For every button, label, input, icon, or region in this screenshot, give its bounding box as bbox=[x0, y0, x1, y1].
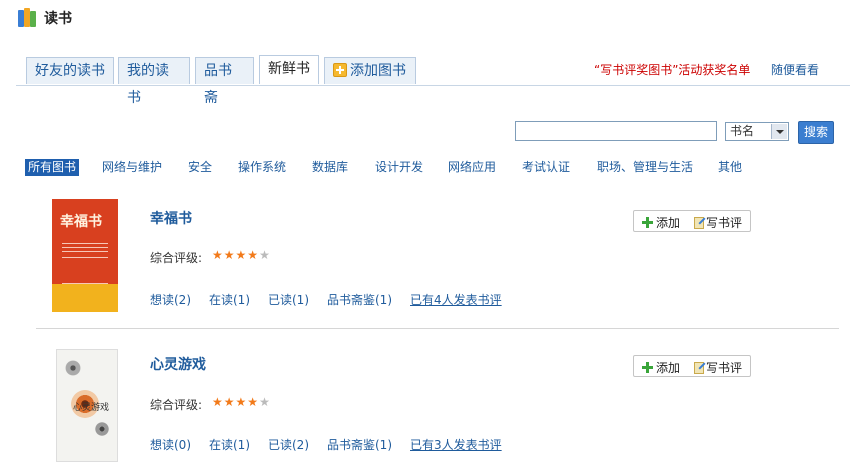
category-other[interactable]: 其他 bbox=[718, 159, 742, 176]
pencil-icon bbox=[694, 216, 704, 229]
chevron-down-icon[interactable] bbox=[771, 124, 787, 139]
category-design-dev[interactable]: 设计开发 bbox=[375, 159, 423, 176]
star-icon: ★ bbox=[235, 395, 248, 409]
star-icon: ★ bbox=[223, 248, 236, 262]
books-logo-icon bbox=[16, 7, 38, 29]
star-empty-icon: ★ bbox=[259, 395, 271, 409]
divider bbox=[36, 328, 839, 329]
add-book-button[interactable]: 添加 bbox=[642, 214, 680, 231]
star-icon: ★ bbox=[235, 248, 248, 262]
category-database[interactable]: 数据库 bbox=[312, 159, 348, 176]
write-review-button[interactable]: 写书评 bbox=[694, 214, 742, 231]
rating-label: 综合评级: bbox=[150, 398, 203, 412]
star-icon: ★ bbox=[212, 395, 224, 409]
category-os[interactable]: 操作系统 bbox=[238, 159, 286, 176]
rating-label: 综合评级: bbox=[150, 251, 203, 265]
category-security[interactable]: 安全 bbox=[188, 159, 212, 176]
star-rating: ★★★★★ bbox=[212, 395, 271, 409]
category-network-maintenance[interactable]: 网络与维护 bbox=[102, 159, 162, 176]
tab-friends-reading[interactable]: 好友的读书 bbox=[26, 57, 114, 84]
add-book-button[interactable]: 添加 bbox=[642, 359, 680, 376]
pencil-icon bbox=[694, 361, 704, 374]
cover-title: 心灵游戏 bbox=[73, 403, 110, 413]
category-all[interactable]: 所有图书 bbox=[25, 159, 80, 176]
book-title[interactable]: 幸福书 bbox=[150, 208, 192, 228]
plus-icon bbox=[642, 362, 653, 373]
star-icon: ★ bbox=[247, 395, 260, 409]
want-to-read-link[interactable]: 想读(2) bbox=[150, 291, 191, 308]
search-input[interactable] bbox=[515, 121, 717, 141]
app-title: 读书 bbox=[44, 11, 72, 27]
category-career-life[interactable]: 职场、管理与生活 bbox=[597, 159, 693, 176]
star-icon: ★ bbox=[247, 248, 260, 262]
search-type-value: 书名 bbox=[730, 124, 755, 138]
read-link[interactable]: 已读(2) bbox=[268, 436, 309, 453]
reading-link[interactable]: 在读(1) bbox=[209, 436, 250, 453]
tab-book-studio[interactable]: 品书斋 bbox=[195, 57, 254, 106]
tab-new-books[interactable]: 新鲜书 bbox=[259, 55, 319, 84]
search-type-select[interactable]: 书名 bbox=[725, 122, 789, 141]
cover-title: 幸福书 bbox=[60, 214, 102, 230]
tab-my-reading[interactable]: 我的读书 bbox=[118, 57, 190, 106]
want-to-read-link[interactable]: 想读(0) bbox=[150, 436, 191, 453]
read-link[interactable]: 已读(1) bbox=[268, 291, 309, 308]
plus-icon bbox=[642, 217, 653, 228]
book-cover[interactable]: 心灵游戏 bbox=[56, 349, 118, 462]
reading-link[interactable]: 在读(1) bbox=[209, 291, 250, 308]
book-cover[interactable]: 幸福书 bbox=[52, 199, 118, 312]
tab-add-book-label: 添加图书 bbox=[350, 63, 406, 79]
appraisal-link[interactable]: 品书斋鉴(1) bbox=[327, 436, 392, 453]
app-header: 读书 bbox=[16, 6, 72, 30]
tab-add-book[interactable]: 添加图书 bbox=[324, 57, 416, 84]
reviews-link[interactable]: 已有4人发表书评 bbox=[410, 291, 502, 308]
star-icon: ★ bbox=[212, 248, 224, 262]
book-actions: 添加 写书评 bbox=[633, 355, 751, 377]
write-review-button[interactable]: 写书评 bbox=[694, 359, 742, 376]
appraisal-link[interactable]: 品书斋鉴(1) bbox=[327, 291, 392, 308]
category-exam-cert[interactable]: 考试认证 bbox=[522, 159, 570, 176]
book-title[interactable]: 心灵游戏 bbox=[150, 354, 206, 374]
random-browse-link[interactable]: 随便看看 bbox=[771, 61, 819, 78]
star-icon: ★ bbox=[223, 395, 236, 409]
star-empty-icon: ★ bbox=[259, 248, 271, 262]
add-plus-icon bbox=[333, 63, 347, 77]
star-rating: ★★★★★ bbox=[212, 248, 271, 262]
search-button[interactable]: 搜索 bbox=[798, 121, 834, 144]
reviews-link[interactable]: 已有3人发表书评 bbox=[410, 436, 502, 453]
book-actions: 添加 写书评 bbox=[633, 210, 751, 232]
award-list-link[interactable]: “写书评奖图书”活动获奖名单 bbox=[594, 61, 750, 78]
category-network-apps[interactable]: 网络应用 bbox=[448, 159, 496, 176]
